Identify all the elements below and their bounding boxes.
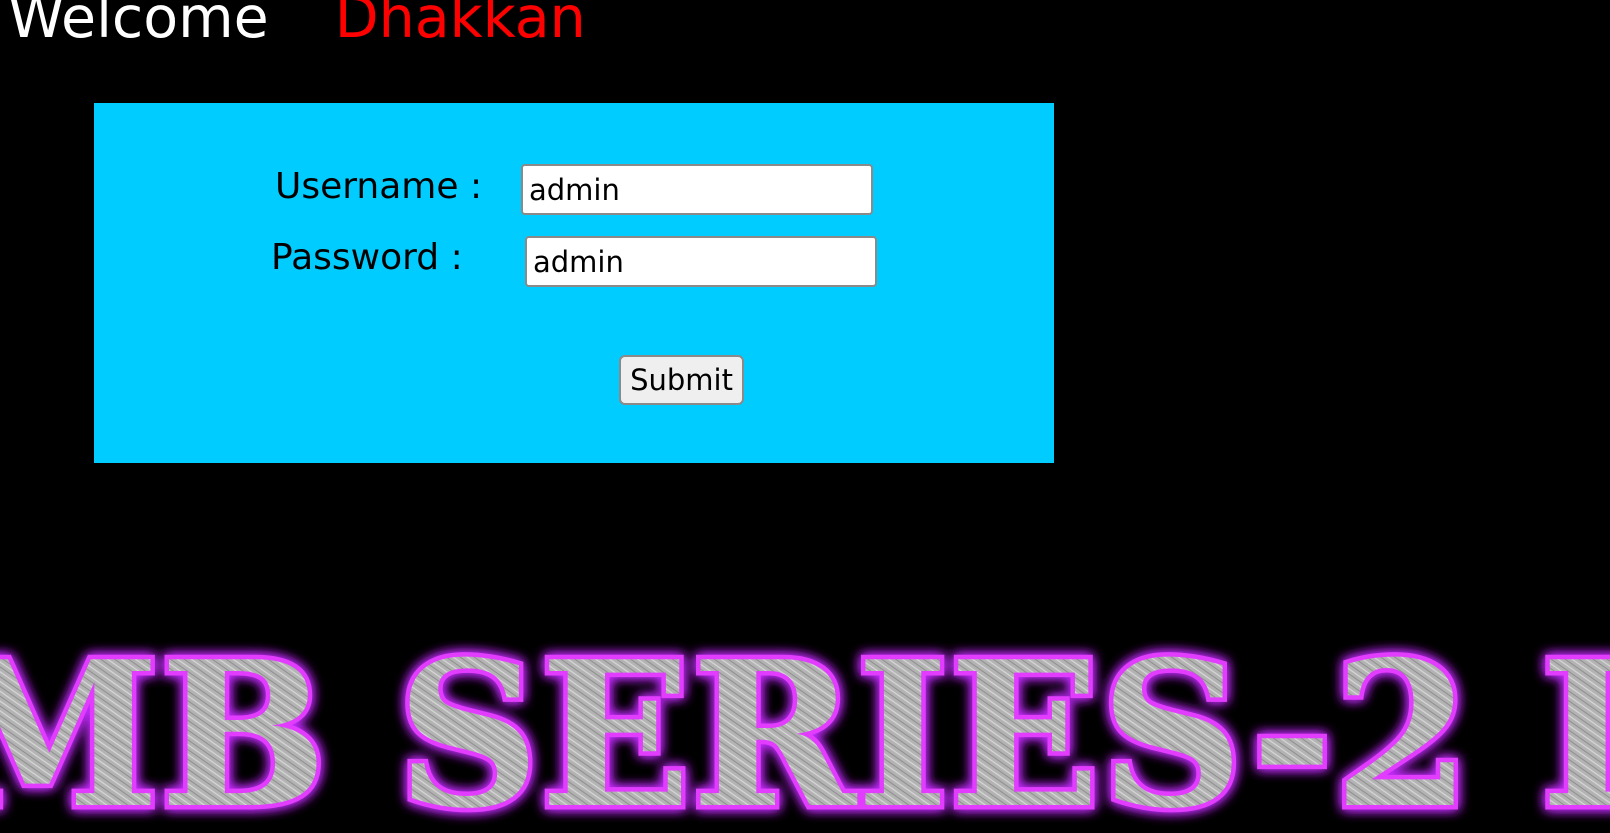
login-form: Username : Password : Submit: [94, 103, 1054, 463]
welcome-heading: Welcome Dhakkan: [8, 0, 586, 54]
page: Welcome Dhakkan Username : Password : Sub…: [0, 0, 1610, 833]
welcome-text: Welcome: [8, 0, 269, 51]
password-input[interactable]: [525, 236, 877, 287]
submit-button[interactable]: Submit: [619, 355, 744, 405]
username-label: Username :: [275, 166, 483, 207]
banner-text: MB SERIES-2 L: [0, 640, 1610, 833]
username-input[interactable]: [521, 164, 873, 215]
series-banner-image: MB SERIES-2 L: [0, 640, 1610, 833]
password-label: Password :: [271, 237, 463, 278]
banner-logo-graphic: MB SERIES-2 L: [0, 640, 1610, 833]
user-name-text: Dhakkan: [334, 0, 586, 51]
